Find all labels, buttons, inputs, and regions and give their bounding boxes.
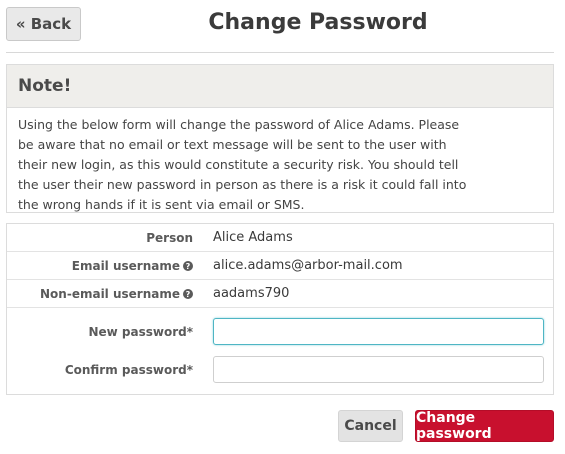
page-title: Change Password bbox=[208, 10, 428, 35]
non-email-username-row: Non-email username ? aadams790 bbox=[7, 280, 553, 308]
person-value: Alice Adams bbox=[213, 230, 293, 245]
non-email-username-label: Non-email username ? bbox=[40, 287, 193, 301]
note-body: Using the below form will change the pas… bbox=[18, 117, 467, 212]
change-password-button[interactable]: Change password bbox=[415, 410, 554, 442]
note-heading: Note! bbox=[7, 65, 553, 108]
confirm-password-input[interactable] bbox=[213, 356, 544, 383]
change-password-page: « Back Change Password Note! Using the b… bbox=[0, 0, 565, 454]
new-password-input[interactable] bbox=[213, 318, 544, 345]
confirm-password-row: Confirm password* bbox=[7, 346, 553, 394]
non-email-username-label-text: Non-email username bbox=[40, 287, 180, 301]
email-username-label-text: Email username bbox=[71, 259, 180, 273]
new-password-label: New password* bbox=[88, 325, 193, 339]
confirm-password-label: Confirm password* bbox=[64, 363, 193, 377]
person-label: Person bbox=[146, 231, 193, 245]
person-row: Person Alice Adams bbox=[7, 224, 553, 252]
email-username-label: Email username ? bbox=[72, 259, 193, 273]
email-username-value: alice.adams@arbor-mail.com bbox=[213, 258, 403, 273]
new-password-row: New password* bbox=[7, 308, 553, 346]
note-panel: Note! Using the below form will change t… bbox=[6, 64, 554, 213]
header-divider bbox=[6, 52, 554, 53]
non-email-username-value: aadams790 bbox=[213, 286, 290, 301]
help-icon[interactable]: ? bbox=[183, 289, 193, 299]
help-icon[interactable]: ? bbox=[183, 261, 193, 271]
password-form: Person Alice Adams Email username ? alic… bbox=[6, 223, 554, 395]
cancel-button[interactable]: Cancel bbox=[338, 410, 403, 442]
back-button[interactable]: « Back bbox=[6, 7, 81, 41]
email-username-row: Email username ? alice.adams@arbor-mail.… bbox=[7, 252, 553, 280]
